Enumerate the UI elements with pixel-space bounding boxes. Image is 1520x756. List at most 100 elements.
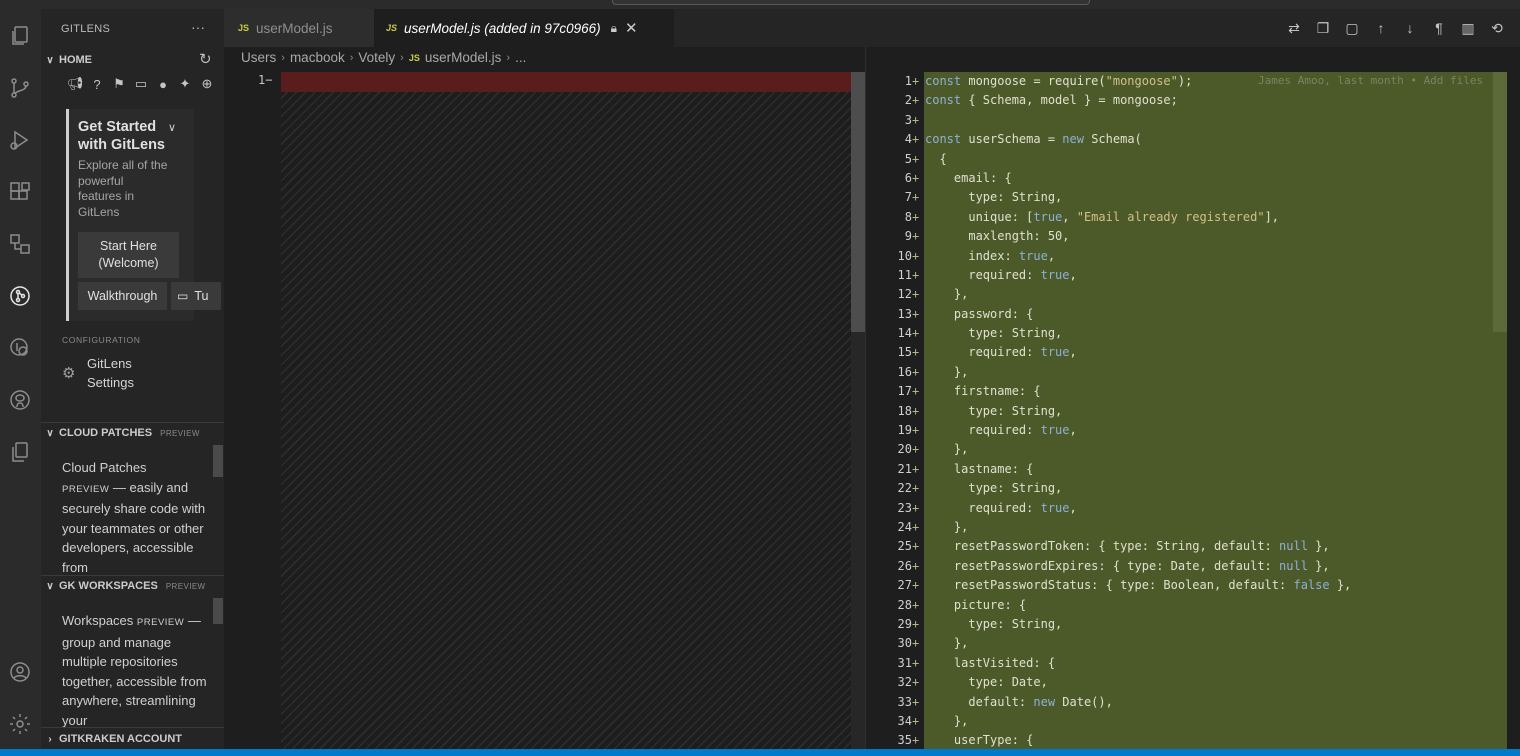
arrow-up-icon[interactable]: ↑ [1371, 19, 1391, 37]
added-marker: + [912, 519, 920, 534]
line-number: 19 [897, 423, 912, 438]
card-accent-bar [66, 109, 69, 321]
section-header-cloud-patches[interactable]: ∨ CLOUD PATCHES PREVIEW [41, 423, 224, 443]
code-text: unique: [true, "Email already registered… [925, 209, 1280, 224]
explorer-icon[interactable] [5, 21, 35, 51]
added-marker: + [912, 597, 920, 612]
added-marker: + [912, 170, 920, 185]
added-marker: + [912, 578, 920, 593]
twitter-icon[interactable]: ✦ [176, 75, 194, 93]
line-number: 7 [904, 190, 912, 205]
text: — group and manage multiple repositories… [62, 613, 207, 728]
command-center[interactable] [612, 0, 1090, 5]
lock-icon: 🔒︎ [610, 20, 618, 35]
deleted-content-area[interactable] [281, 72, 851, 749]
added-marker: + [912, 74, 920, 88]
feedback-icon[interactable]: ⚑ [110, 75, 128, 93]
code-text: required: true, [925, 500, 1077, 515]
added-marker: + [912, 93, 920, 108]
added-marker: + [912, 403, 920, 418]
more-icon[interactable]: ··· [1516, 19, 1520, 37]
more-actions-icon[interactable]: ··· [191, 19, 205, 35]
section-header-home[interactable]: ∨ HOME [41, 50, 224, 70]
open-file-icon[interactable]: ❐ [1313, 19, 1333, 37]
added-marker: + [912, 190, 920, 205]
code-text: firstname: { [925, 384, 1041, 399]
added-marker: + [912, 267, 920, 282]
line-number: 29 [897, 616, 912, 631]
copy-icon[interactable] [5, 437, 35, 467]
megaphone-icon[interactable]: 📢︎ [66, 75, 84, 93]
added-marker: + [912, 616, 920, 631]
chevron-right-icon: › [48, 733, 52, 745]
breadcrumb-item[interactable]: ... [515, 50, 526, 65]
chevron-down-icon[interactable]: ∨ [168, 121, 176, 134]
tutorial-button[interactable]: ▭ Tu [171, 282, 221, 310]
scrollbar-thumb[interactable] [1493, 72, 1507, 332]
code-text: required: true, [925, 423, 1077, 438]
account-icon[interactable] [5, 657, 35, 687]
text: Workspaces [62, 613, 137, 628]
section-header-gk-workspaces[interactable]: ∨ GK WORKSPACES PREVIEW [41, 576, 224, 596]
breadcrumb-item[interactable]: Users [241, 50, 276, 65]
cloud-patches-description: Cloud Patches PREVIEW — easily and secur… [62, 458, 207, 576]
github-icon[interactable] [5, 385, 35, 415]
code-text: lastVisited: { [925, 655, 1056, 670]
line-number: 17 [897, 384, 912, 399]
github-icon[interactable]: ● [154, 75, 172, 93]
gitlens-icon[interactable] [5, 281, 35, 311]
code-text: password: { [925, 306, 1034, 321]
scrollbar-thumb[interactable] [851, 72, 865, 332]
open-changes-icon[interactable]: ▢ [1342, 19, 1362, 37]
line-number: 5 [904, 151, 912, 166]
globe-icon[interactable]: ⊕ [198, 75, 216, 93]
breadcrumb-item[interactable]: macbook [290, 50, 345, 65]
source-control-icon[interactable] [5, 73, 35, 103]
pilcrow-icon[interactable]: ¶ [1429, 19, 1449, 37]
walkthrough-button[interactable]: Walkthrough [78, 282, 167, 310]
gitlens-settings-link[interactable]: GitLens Settings [87, 354, 177, 392]
added-marker: + [912, 326, 920, 341]
tab-label: userModel.js [256, 20, 333, 36]
map-icon[interactable]: ▥ [1458, 19, 1478, 37]
remote-explorer-icon[interactable] [5, 229, 35, 259]
chevron-right-icon: › [281, 51, 285, 64]
run-debug-icon[interactable] [5, 125, 35, 155]
breadcrumb-item[interactable]: userModel.js [425, 50, 502, 65]
scrollbar-thumb[interactable] [213, 445, 223, 477]
gitlens-inspect-icon[interactable] [5, 333, 35, 363]
git-blame-annotation: James Amoo, last month • Add files [1258, 74, 1484, 87]
left-gutter [224, 70, 281, 749]
added-marker: + [912, 345, 920, 360]
refresh-icon[interactable]: ↻ [199, 50, 212, 68]
added-marker: + [912, 481, 920, 496]
scrollbar-thumb[interactable] [213, 598, 223, 624]
added-marker: + [912, 655, 920, 670]
section-header-gitkraken-account[interactable]: › GITKRAKEN ACCOUNT [41, 729, 224, 749]
tab-usermodel-added[interactable]: JS userModel.js (added in 97c0966) 🔒︎ ✕ [374, 9, 674, 47]
added-marker: + [912, 675, 920, 690]
help-icon[interactable]: ? [88, 75, 106, 93]
extensions-icon[interactable] [5, 177, 35, 207]
comment-icon[interactable]: ▭ [132, 75, 150, 93]
line-number: 14 [897, 326, 912, 341]
section-title: GITKRAKEN ACCOUNT [59, 733, 183, 745]
code-text: resetPasswordToken: { type: String, defa… [925, 539, 1330, 554]
code-text: { [925, 151, 947, 166]
javascript-file-icon: JS [386, 23, 398, 33]
tab-usermodel[interactable]: JS userModel.js [224, 9, 374, 47]
section-title: GK WORKSPACES [59, 580, 158, 592]
settings-gear-icon[interactable] [5, 709, 35, 739]
breadcrumb-item[interactable]: Votely [358, 50, 395, 65]
close-icon[interactable]: ✕ [625, 19, 638, 37]
line-number: 15 [897, 345, 912, 360]
start-here-button[interactable]: Start Here (Welcome) [78, 232, 179, 278]
arrow-down-icon[interactable]: ↓ [1400, 19, 1420, 37]
revert-icon[interactable]: ⟲ [1487, 19, 1507, 37]
line-number: 18 [897, 403, 912, 418]
line-number: 16 [897, 364, 912, 379]
added-marker: + [912, 132, 920, 147]
home-icon-row: 📢︎ ? ⚑ ▭ ● ✦ ⊕ [66, 75, 216, 93]
added-marker: + [912, 713, 920, 728]
compare-icon[interactable]: ⇄ [1284, 19, 1304, 37]
